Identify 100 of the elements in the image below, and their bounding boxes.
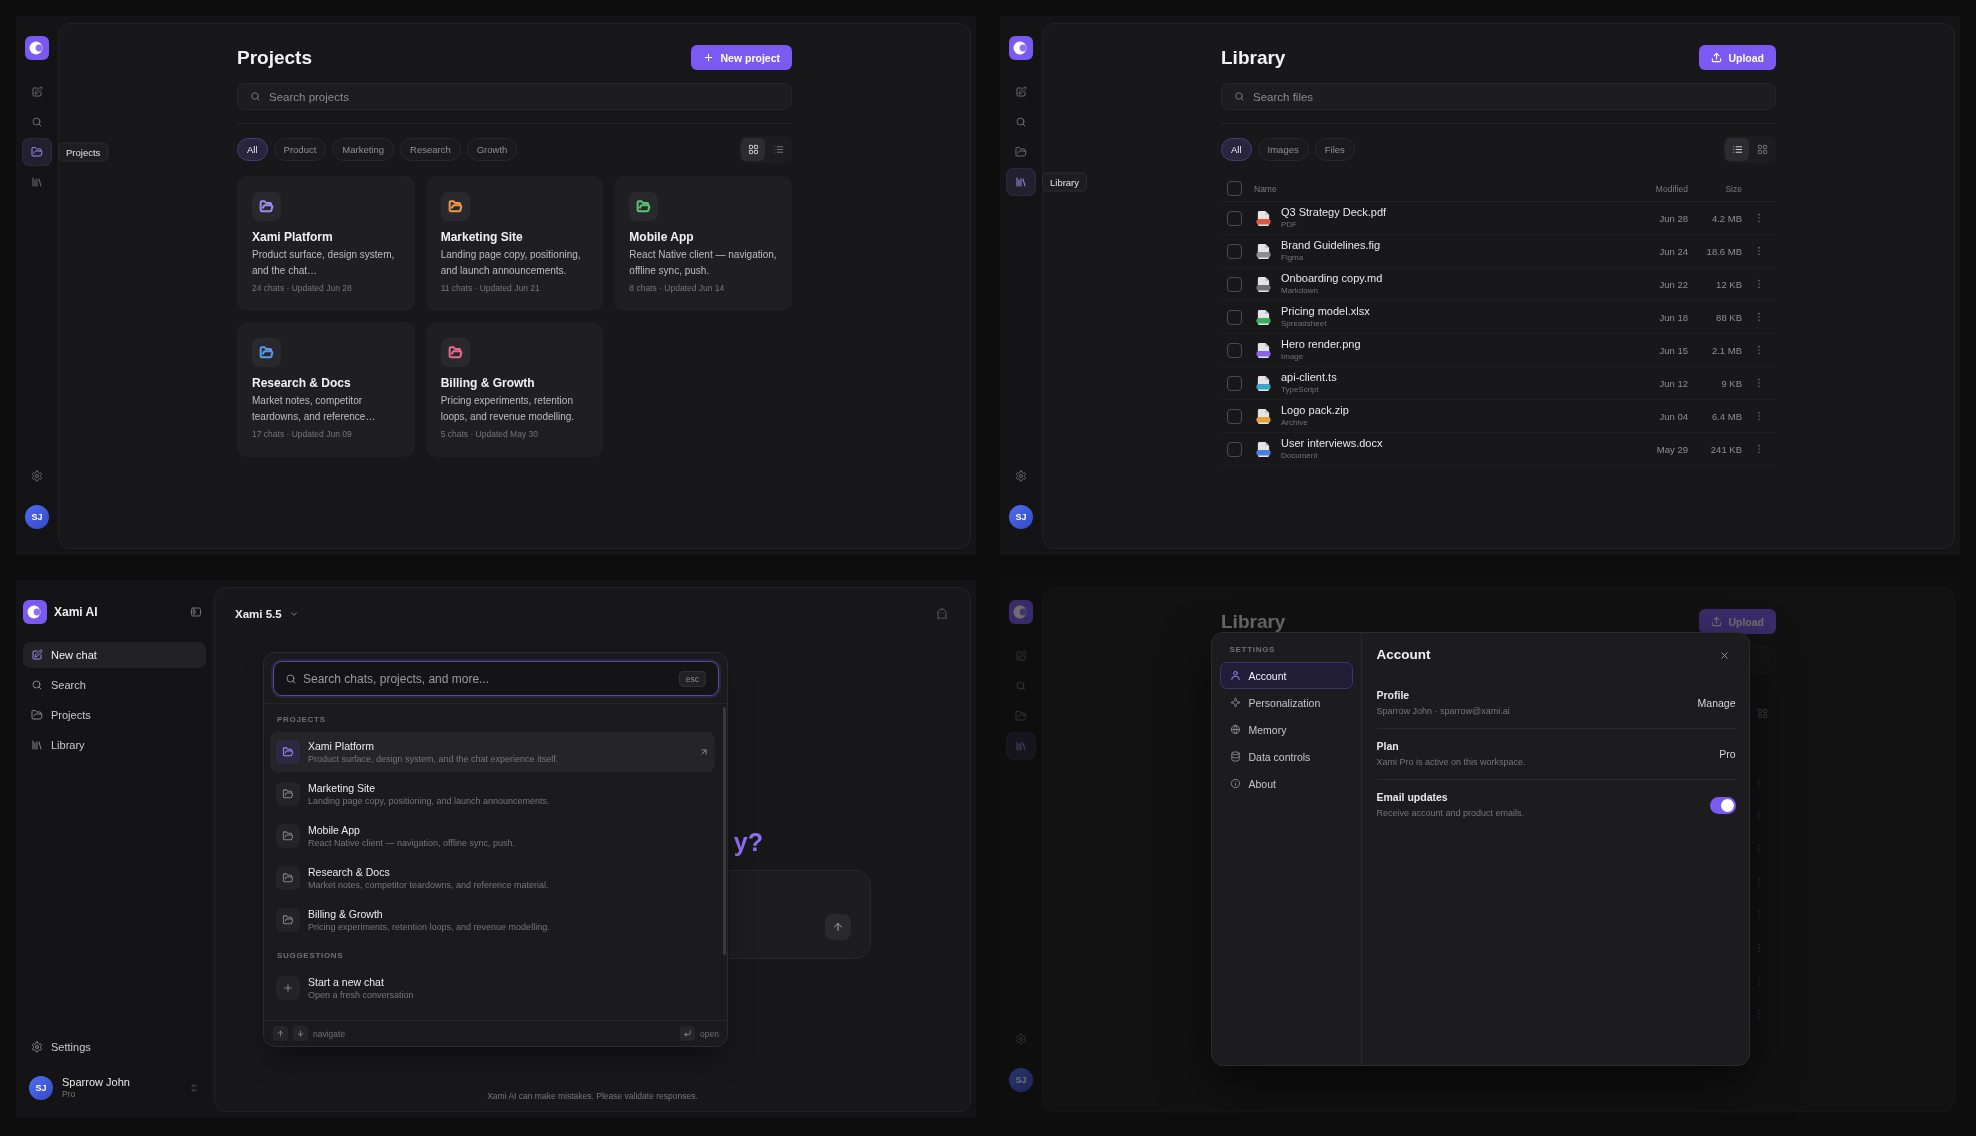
arrow-up-right-icon (699, 747, 709, 757)
grid-view-button[interactable] (741, 138, 765, 161)
file-size: 6.4 MB (1711, 410, 1742, 422)
user-avatar[interactable]: SJ (25, 505, 49, 529)
books-icon (1015, 740, 1027, 752)
folder-icon (31, 146, 43, 158)
settings-nav-item[interactable]: Data controls (1219, 743, 1353, 770)
row-checkbox[interactable] (1227, 210, 1242, 226)
item-title: Billing & Growth (308, 907, 383, 921)
row-checkbox[interactable] (1227, 441, 1242, 457)
search-field[interactable] (1750, 647, 1776, 674)
grid-icon[interactable] (1757, 708, 1768, 719)
file-name: Q3 Strategy Deck.pdf (1281, 206, 1387, 219)
filter-chip[interactable]: Research (400, 138, 461, 161)
brand-name: Xami AI (54, 605, 98, 619)
sidebar-toggle-icon[interactable] (190, 606, 202, 618)
model-picker[interactable]: Xami 5.5 (235, 608, 299, 620)
item-subtitle: Pricing experiments, retention loops, and revenue modelling. (308, 921, 550, 933)
sidebar-item[interactable]: Projects (23, 702, 206, 728)
filter-chip[interactable]: Files (1314, 138, 1355, 161)
row-checkbox[interactable] (1227, 276, 1242, 292)
user-avatar[interactable]: SJ (1009, 505, 1033, 529)
folder-icon (440, 338, 470, 367)
settings-nav-item[interactable]: Memory (1219, 716, 1353, 743)
upload-button[interactable]: Upload (1699, 45, 1776, 70)
filter-chip[interactable]: Images (1257, 138, 1309, 161)
item-title: Marketing Site (308, 781, 376, 795)
sidebar-item[interactable]: Library (23, 732, 206, 758)
list-view-button[interactable] (1725, 138, 1749, 161)
filter-chip[interactable]: Marketing (332, 138, 395, 161)
filter-chip[interactable]: All (1221, 138, 1252, 161)
search-field[interactable]: Search projects (237, 83, 792, 110)
filter-chip[interactable]: Growth (466, 138, 518, 161)
list-icon (772, 144, 784, 155)
settings-item[interactable]: Settings (23, 1034, 206, 1060)
palette-item[interactable]: Xami Platform Product surface, design system, and the chat experience itself. (270, 732, 715, 772)
chevrons-up-down-icon[interactable] (189, 1083, 199, 1093)
setting-title: Plan (1376, 740, 1399, 753)
row-checkbox[interactable] (1227, 375, 1242, 391)
folder-icon (252, 192, 281, 221)
search-icon (31, 679, 43, 691)
hint-text: open (700, 1028, 719, 1039)
search-icon (285, 672, 297, 685)
send-button[interactable] (825, 914, 851, 940)
project-name: Mobile App (629, 230, 694, 245)
file-type: Image (1281, 351, 1304, 362)
project-name: Research & Docs (252, 376, 351, 391)
dialog-title: Account (1376, 646, 1431, 664)
logo-icon (25, 36, 49, 60)
search-field[interactable]: Search files (1221, 83, 1776, 110)
settings-nav-item[interactable]: Account (1219, 662, 1353, 689)
row-checkbox[interactable] (1227, 408, 1242, 424)
projects-button[interactable] (22, 138, 52, 166)
library-button[interactable] (1006, 168, 1036, 196)
project-card[interactable]: Research & Docs Market notes, competitor teardowns, and reference… 17 chats · Updated Jun 09 (237, 322, 415, 457)
arrow-up-icon (832, 921, 844, 933)
file-type: Markdown (1281, 285, 1318, 296)
filter-chip[interactable]: All (237, 138, 268, 161)
palette-item[interactable]: Marketing Site Landing page copy, positioning, and launch announcements. (270, 774, 715, 814)
project-meta: 5 chats · Updated May 30 (440, 429, 538, 440)
palette-item[interactable]: Billing & Growth Pricing experiments, retention loops, and revenue modelling. (270, 900, 715, 940)
sidebar-item[interactable]: Search (23, 672, 206, 698)
folder-icon (629, 192, 659, 221)
person-icon (1229, 670, 1241, 681)
settings-nav-item[interactable]: About (1219, 770, 1353, 797)
new-project-button[interactable]: New project (691, 45, 792, 70)
ghost-icon[interactable] (936, 608, 948, 620)
grid-icon (747, 144, 759, 155)
project-card[interactable]: Mobile App React Native client — navigation, offline sync, push. 8 chats · Updated Jun 14 (614, 176, 792, 311)
project-card[interactable]: Xami Platform Product surface, design system, and the chat… 24 chats · Updated Jun 28 (237, 176, 415, 311)
file-size: 12 KB (1716, 278, 1742, 290)
file-name: User interviews.docx (1281, 437, 1383, 450)
modified-date: Jun 18 (1659, 311, 1688, 323)
manage-button[interactable]: Manage (1697, 697, 1736, 709)
file-size: 9 KB (1721, 377, 1742, 389)
project-name: Xami Platform (252, 230, 333, 245)
row-checkbox[interactable] (1227, 342, 1242, 358)
settings-nav-item[interactable]: Personalization (1219, 689, 1353, 716)
setting-description: Receive account and product emails. (1376, 807, 1525, 819)
folder-icon (276, 866, 300, 890)
palette-item[interactable]: Start a new chat Open a fresh conversation (270, 968, 715, 1008)
row-checkbox[interactable] (1227, 309, 1242, 325)
close-icon[interactable] (1718, 649, 1730, 661)
user-avatar[interactable]: SJ (29, 1076, 53, 1100)
toggle-switch[interactable] (1709, 796, 1736, 814)
section-label: SUGGESTIONS (276, 950, 344, 962)
project-card[interactable]: Marketing Site Landing page copy, positioning, and launch announcements. 11 chats · Updated Jun 21 (425, 176, 604, 311)
row-checkbox[interactable] (1227, 243, 1242, 259)
filter-chip[interactable]: Product (273, 138, 327, 161)
select-all-checkbox[interactable] (1227, 181, 1242, 196)
project-meta: 24 chats · Updated Jun 28 (252, 283, 352, 294)
library-button[interactable] (1006, 732, 1036, 760)
search-field[interactable]: Search chats, projects, and more... esc (273, 661, 719, 696)
project-description: Landing page copy, positioning, and launch announcements. (440, 248, 582, 278)
palette-item[interactable]: Research & Docs Market notes, competitor teardowns, and reference material. (270, 858, 715, 898)
modified-date: Jun 04 (1659, 410, 1688, 422)
tooltip: Projects (58, 142, 109, 162)
project-card[interactable]: Billing & Growth Pricing experiments, retention loops, and revenue modelling. 5 chats · Updated May 30 (425, 322, 604, 457)
sidebar-item[interactable]: New chat (23, 642, 206, 668)
palette-item[interactable]: Mobile App React Native client — navigation, offline sync, push. (270, 816, 715, 856)
